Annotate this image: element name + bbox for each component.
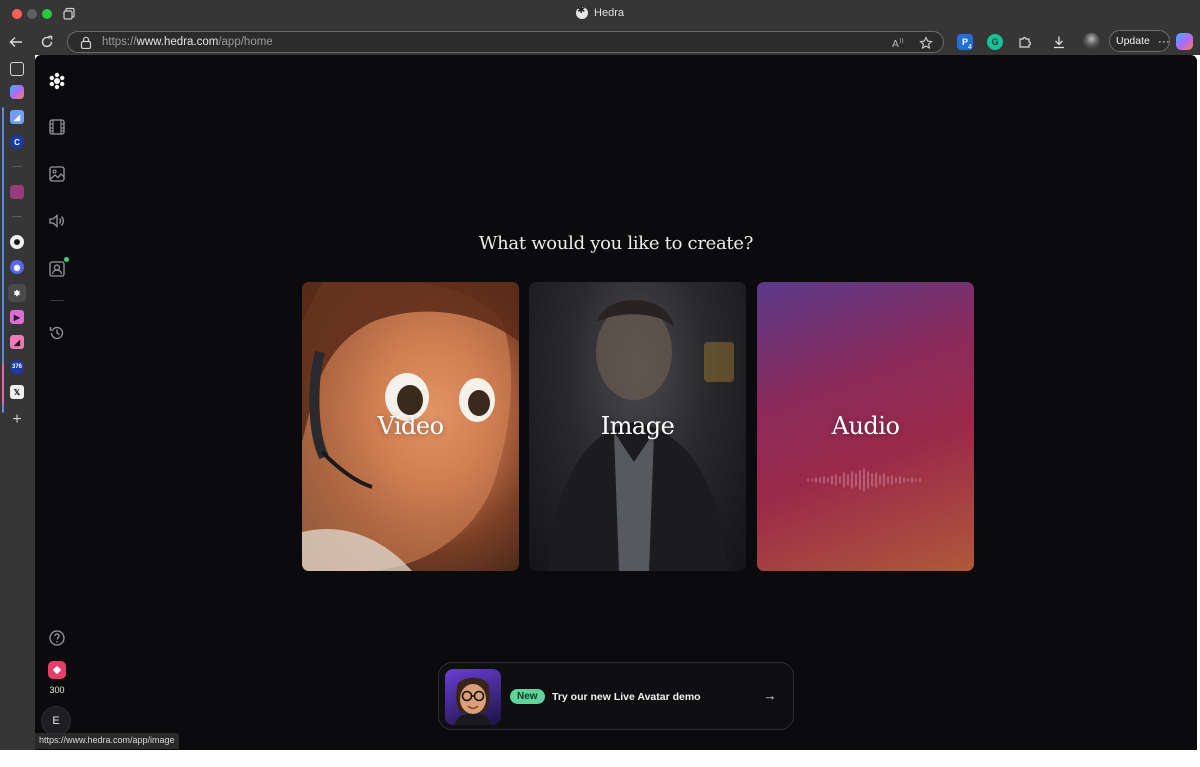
tab-c-icon[interactable]: C bbox=[10, 135, 24, 149]
sidebar-divider bbox=[50, 300, 64, 301]
downloads-icon[interactable] bbox=[1049, 32, 1069, 52]
tab-counter-badge: 376 bbox=[11, 364, 22, 370]
update-button[interactable]: Update ··· bbox=[1109, 30, 1170, 52]
tab-hedra-icon[interactable]: ✱ bbox=[8, 284, 26, 302]
window-title-text: Hedra bbox=[594, 7, 624, 19]
tab-discord-icon[interactable]: ◉ bbox=[10, 260, 24, 274]
more-options-icon[interactable]: ··· bbox=[1158, 34, 1170, 48]
browser-toolbar: https://www.hedra.com/app/home A)) P 4 G… bbox=[0, 28, 1200, 55]
video-icon[interactable] bbox=[47, 117, 67, 137]
favorite-star-icon[interactable] bbox=[917, 34, 935, 52]
credits-count: 300 bbox=[49, 685, 65, 695]
back-arrow-icon[interactable] bbox=[6, 32, 26, 52]
tab-openai-icon[interactable]: ✺ bbox=[10, 235, 24, 249]
status-bar-url: https://www.hedra.com/app/image bbox=[35, 733, 179, 749]
credits-icon[interactable] bbox=[48, 661, 66, 679]
reload-icon[interactable] bbox=[37, 32, 57, 52]
extension-pw-badge: 4 bbox=[968, 44, 972, 51]
svg-text:A: A bbox=[892, 39, 899, 49]
url-scheme: https:// bbox=[102, 36, 137, 48]
url-path: /app/home bbox=[218, 36, 273, 48]
tab-divider bbox=[12, 216, 22, 217]
live-avatar-banner[interactable]: New Try our new Live Avatar demo → bbox=[438, 662, 794, 730]
banner-text: Try our new Live Avatar demo bbox=[552, 691, 701, 703]
copilot-icon[interactable] bbox=[1176, 33, 1193, 50]
tab-panel-toggle-icon[interactable] bbox=[10, 62, 24, 76]
create-prompt-heading: What would you like to create? bbox=[478, 233, 754, 254]
new-tab-plus-icon[interactable]: + bbox=[10, 411, 24, 428]
image-icon[interactable] bbox=[47, 164, 67, 184]
lock-icon[interactable] bbox=[80, 36, 92, 49]
update-label: Update bbox=[1116, 35, 1150, 47]
hedra-app: 300 E What would you like to create? Vid… bbox=[35, 55, 1197, 750]
tab-copilot-icon[interactable] bbox=[10, 85, 24, 99]
hedra-logo-icon[interactable] bbox=[47, 71, 67, 91]
address-bar[interactable]: https://www.hedra.com/app/home A)) bbox=[67, 31, 944, 53]
avatar-illustration bbox=[455, 677, 491, 725]
window-title: Hedra bbox=[0, 5, 1200, 22]
tab-calendar-icon[interactable] bbox=[10, 185, 24, 199]
user-avatar[interactable]: E bbox=[41, 706, 71, 736]
window-titlebar: Hedra bbox=[0, 0, 1200, 28]
new-badge: New bbox=[510, 689, 545, 704]
grammarly-icon[interactable]: G bbox=[987, 34, 1003, 50]
url-text: https://www.hedra.com/app/home bbox=[102, 36, 273, 48]
svg-text:)): )) bbox=[899, 38, 904, 45]
video-card-label: Video bbox=[377, 412, 444, 440]
tab-counter-icon[interactable]: 376 bbox=[10, 360, 24, 374]
image-card-label: Image bbox=[600, 412, 675, 440]
tab-x-icon[interactable]: 𝕏 bbox=[10, 385, 24, 399]
vertical-tabs-bar: ◢ C ✺ ◉ ✱ ▶ ◢ 376 𝕏 + bbox=[0, 55, 35, 750]
audio-waveform-icon bbox=[807, 468, 921, 492]
tab-group-indicator bbox=[2, 363, 4, 405]
profile-avatar[interactable] bbox=[1083, 33, 1100, 50]
create-video-card[interactable]: Video bbox=[302, 282, 519, 571]
create-image-card[interactable]: Image bbox=[529, 282, 746, 571]
audio-card-label: Audio bbox=[831, 412, 900, 440]
arrow-right-icon[interactable]: → bbox=[762, 687, 778, 703]
create-audio-card[interactable]: Audio bbox=[757, 282, 974, 571]
tab-media-play-icon[interactable]: ▶ bbox=[10, 310, 24, 324]
live-avatar-thumbnail bbox=[445, 669, 501, 725]
url-host: www.hedra.com bbox=[136, 36, 219, 48]
hedra-favicon-icon bbox=[576, 5, 589, 19]
live-status-dot bbox=[64, 257, 69, 262]
audio-icon[interactable] bbox=[47, 211, 67, 231]
tab-app2-icon[interactable]: ◢ bbox=[10, 335, 24, 349]
help-icon[interactable] bbox=[47, 628, 67, 648]
read-aloud-icon[interactable]: A)) bbox=[890, 34, 908, 52]
tab-divider bbox=[12, 166, 22, 167]
app-sidebar: 300 E bbox=[35, 55, 77, 750]
extensions-puzzle-icon[interactable] bbox=[1015, 32, 1035, 52]
history-icon[interactable] bbox=[47, 323, 67, 343]
avatar-icon[interactable] bbox=[47, 259, 67, 279]
tab-app-icon[interactable]: ◢ bbox=[10, 110, 24, 124]
